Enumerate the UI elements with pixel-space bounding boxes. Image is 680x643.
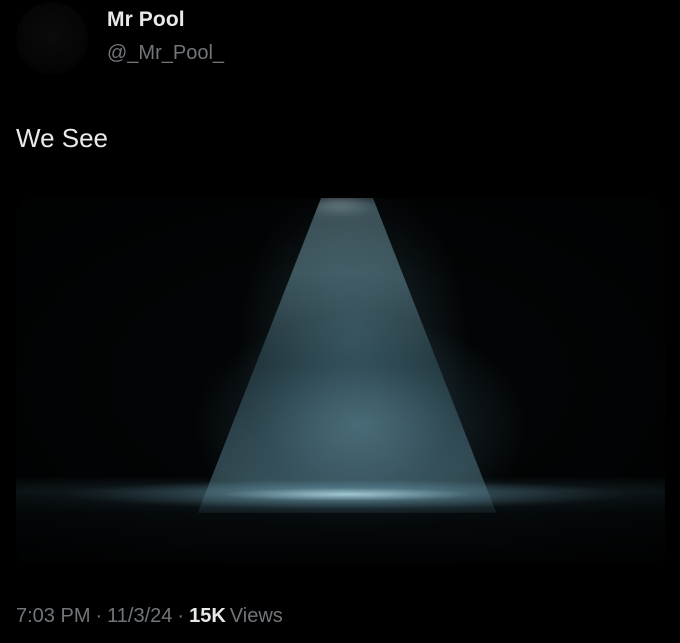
handle[interactable]: @_Mr_Pool_: [107, 42, 224, 65]
meta-separator: ·: [177, 605, 185, 627]
tweet-media-image[interactable]: [16, 198, 665, 564]
tweet: Mr Pool @_Mr_Pool_ We See 7:03 PM · 11/3/2…: [0, 0, 680, 643]
display-name[interactable]: Mr Pool: [107, 8, 185, 32]
views-label[interactable]: Views: [230, 605, 283, 627]
tweet-meta: 7:03 PM · 11/3/24 · 15K Views: [16, 605, 283, 628]
views-count[interactable]: 15K: [189, 605, 226, 627]
avatar[interactable]: [16, 2, 88, 74]
media-vignette: [16, 198, 665, 564]
meta-separator: ·: [95, 605, 103, 627]
timestamp-time[interactable]: 7:03 PM: [16, 605, 90, 627]
tweet-text: We See: [16, 123, 109, 153]
timestamp-date[interactable]: 11/3/24: [107, 605, 172, 627]
